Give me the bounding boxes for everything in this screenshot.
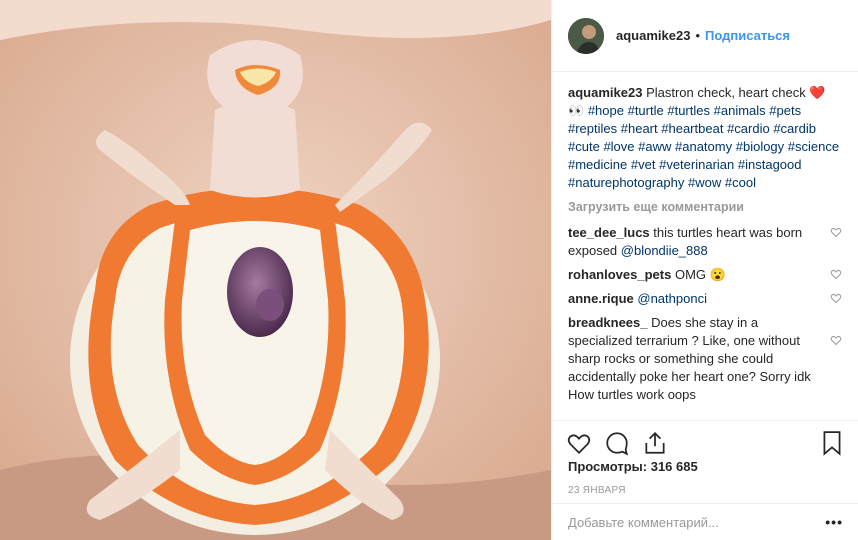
instagram-post: aquamike23 • Подписаться aquamike23 Plas… <box>0 0 858 540</box>
views-count[interactable]: Просмотры: 316 685 <box>568 459 698 474</box>
hashtag-link[interactable]: #instagood <box>738 157 802 172</box>
post-date[interactable]: 23 ЯНВАРЯ <box>568 485 626 496</box>
add-comment-input[interactable]: Добавьте комментарий... <box>568 515 719 530</box>
action-bar <box>552 420 858 464</box>
comment-like-icon[interactable] <box>830 226 842 238</box>
comment-text: OMG 😮 <box>674 267 726 282</box>
add-comment-bar: Добавьте комментарий... ••• <box>552 503 858 540</box>
comment-like-icon[interactable] <box>830 268 842 280</box>
hashtag-link[interactable]: #naturephotography <box>568 175 684 190</box>
avatar[interactable] <box>568 17 604 54</box>
hashtag-link[interactable]: #biology <box>736 139 784 154</box>
hashtag-link[interactable]: #pets <box>769 103 801 118</box>
post-header: aquamike23 • Подписаться <box>552 0 858 72</box>
hashtag-link[interactable]: #heartbeat <box>661 121 723 136</box>
comment-username[interactable]: tee_dee_lucs <box>568 225 650 240</box>
caption: aquamike23 Plastron check, heart check ❤… <box>568 84 842 192</box>
caption-eyes-emoji: 👀 <box>568 103 585 118</box>
hashtag-link[interactable]: #turtle <box>628 103 664 118</box>
hashtag-link[interactable]: #medicine <box>568 157 627 172</box>
comment-mention[interactable]: @nathponci <box>637 291 707 306</box>
hashtag-link[interactable]: #science <box>788 139 839 154</box>
comment-like-icon[interactable] <box>830 334 842 346</box>
hashtag-list: #hope #turtle #turtles #animals #pets #r… <box>568 103 839 190</box>
hashtag-link[interactable]: #anatomy <box>675 139 732 154</box>
comment-item: anne.rique @nathponci <box>568 290 842 308</box>
hashtag-link[interactable]: #turtles <box>667 103 710 118</box>
post-sidebar: aquamike23 • Подписаться aquamike23 Plas… <box>551 0 858 540</box>
comment-item: breadknees_ Does she stay in a specializ… <box>568 314 842 404</box>
hashtag-link[interactable]: #cute <box>568 139 600 154</box>
comment-item: rohanloves_pets OMG 😮 <box>568 266 842 284</box>
hashtag-link[interactable]: #love <box>603 139 634 154</box>
hashtag-link[interactable]: #animals <box>714 103 766 118</box>
hashtag-link[interactable]: #vet <box>631 157 656 172</box>
caption-text: Plastron check, heart check <box>646 85 806 100</box>
hashtag-link[interactable]: #reptiles <box>568 121 617 136</box>
caption-username[interactable]: aquamike23 <box>568 85 642 100</box>
hashtag-link[interactable]: #cardib <box>773 121 816 136</box>
bookmark-icon[interactable] <box>819 430 845 456</box>
comment-username[interactable]: breadknees_ <box>568 315 648 330</box>
hashtag-link[interactable]: #veterinarian <box>659 157 734 172</box>
views-label: Просмотры: <box>568 459 648 474</box>
hashtag-link[interactable]: #aww <box>638 139 671 154</box>
comment-bubble-icon[interactable] <box>604 430 630 456</box>
hashtag-link[interactable]: #heart <box>621 121 658 136</box>
hashtag-link[interactable]: #cool <box>725 175 756 190</box>
comment-username[interactable]: anne.rique <box>568 291 634 306</box>
header-separator: • <box>695 28 700 43</box>
caption-heart-emoji: ❤️ <box>809 85 826 100</box>
hashtag-link[interactable]: #hope <box>588 103 624 118</box>
comment-item: tee_dee_lucs this turtles heart was born… <box>568 224 842 260</box>
turtle-photo <box>0 0 551 540</box>
hashtag-link[interactable]: #wow <box>688 175 721 190</box>
share-icon[interactable] <box>642 430 668 456</box>
header-username[interactable]: aquamike23 <box>616 28 690 43</box>
comments-section: aquamike23 Plastron check, heart check ❤… <box>552 72 858 420</box>
post-photo[interactable] <box>0 0 551 540</box>
more-options-icon[interactable]: ••• <box>825 514 843 530</box>
comment-username[interactable]: rohanloves_pets <box>568 267 671 282</box>
views-number: 316 685 <box>650 459 698 474</box>
load-more-comments-button[interactable]: Загрузить еще комментарии <box>568 198 842 216</box>
heart-outline-icon[interactable] <box>566 430 592 456</box>
comment-mention[interactable]: @blondiie_888 <box>621 243 708 258</box>
avatar-image <box>568 17 604 54</box>
comment-like-icon[interactable] <box>830 292 842 304</box>
follow-button[interactable]: Подписаться <box>705 28 790 43</box>
hashtag-link[interactable]: #cardio <box>727 121 770 136</box>
